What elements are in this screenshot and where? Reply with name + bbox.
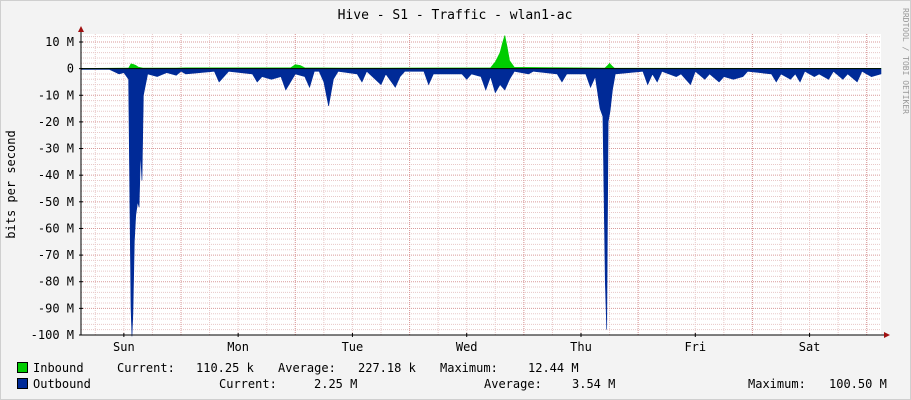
inbound-maximum: 12.44 M (528, 361, 579, 375)
y-tick-label: 0 (67, 62, 74, 76)
x-axis-arrow (884, 332, 890, 338)
outbound-current-label: Current: (219, 377, 277, 391)
x-tick-label: Mon (227, 340, 249, 354)
inbound-maximum-label: Maximum: (440, 361, 498, 375)
inbound-average-label: Average: (278, 361, 336, 375)
inbound-label: Inbound (33, 361, 84, 375)
y-axis-label: bits per second (4, 130, 18, 238)
outbound-average-label: Average: (484, 377, 542, 391)
outbound-maximum-label: Maximum: (748, 377, 806, 391)
y-axis-arrow (78, 26, 84, 32)
x-tick-label: Sun (113, 340, 135, 354)
outbound-current: 2.25 M (314, 377, 358, 391)
y-tick-label: -60 M (38, 221, 74, 235)
inbound-average: 227.18 k (358, 361, 416, 375)
y-tick-label: -50 M (38, 195, 74, 209)
y-tick-label: -100 M (31, 328, 74, 342)
x-tick-label: Sat (799, 340, 821, 354)
y-tick-label: -70 M (38, 248, 74, 262)
inbound-current: 110.25 k (196, 361, 254, 375)
y-tick-label: -40 M (38, 168, 74, 182)
rrdtool-watermark: RRDTOOL / TOBI OETIKER (901, 8, 910, 114)
x-tick-label: Tue (342, 340, 364, 354)
x-tick-label: Fri (684, 340, 706, 354)
y-tick-label: -80 M (38, 275, 74, 289)
inbound-current-label: Current: (117, 361, 175, 375)
traffic-chart: 10 M 0 -10 M -20 M -30 M -40 M -50 M -60 M -70 M… (4, 8, 910, 354)
y-tick-label: -20 M (38, 115, 74, 129)
outbound-maximum: 100.50 M (829, 377, 887, 391)
outbound-label: Outbound (33, 377, 91, 391)
y-tick-label: 10 M (45, 35, 74, 49)
inbound-swatch (17, 362, 28, 373)
y-tick-label: -30 M (38, 142, 74, 156)
y-tick-label: -90 M (38, 301, 74, 315)
outbound-swatch (17, 378, 28, 389)
y-tick-label: -10 M (38, 88, 74, 102)
x-tick-label: Wed (456, 340, 478, 354)
x-tick-label: Thu (570, 340, 592, 354)
chart-title: Hive - S1 - Traffic - wlan1-ac (338, 8, 573, 23)
outbound-average: 3.54 M (572, 377, 616, 391)
